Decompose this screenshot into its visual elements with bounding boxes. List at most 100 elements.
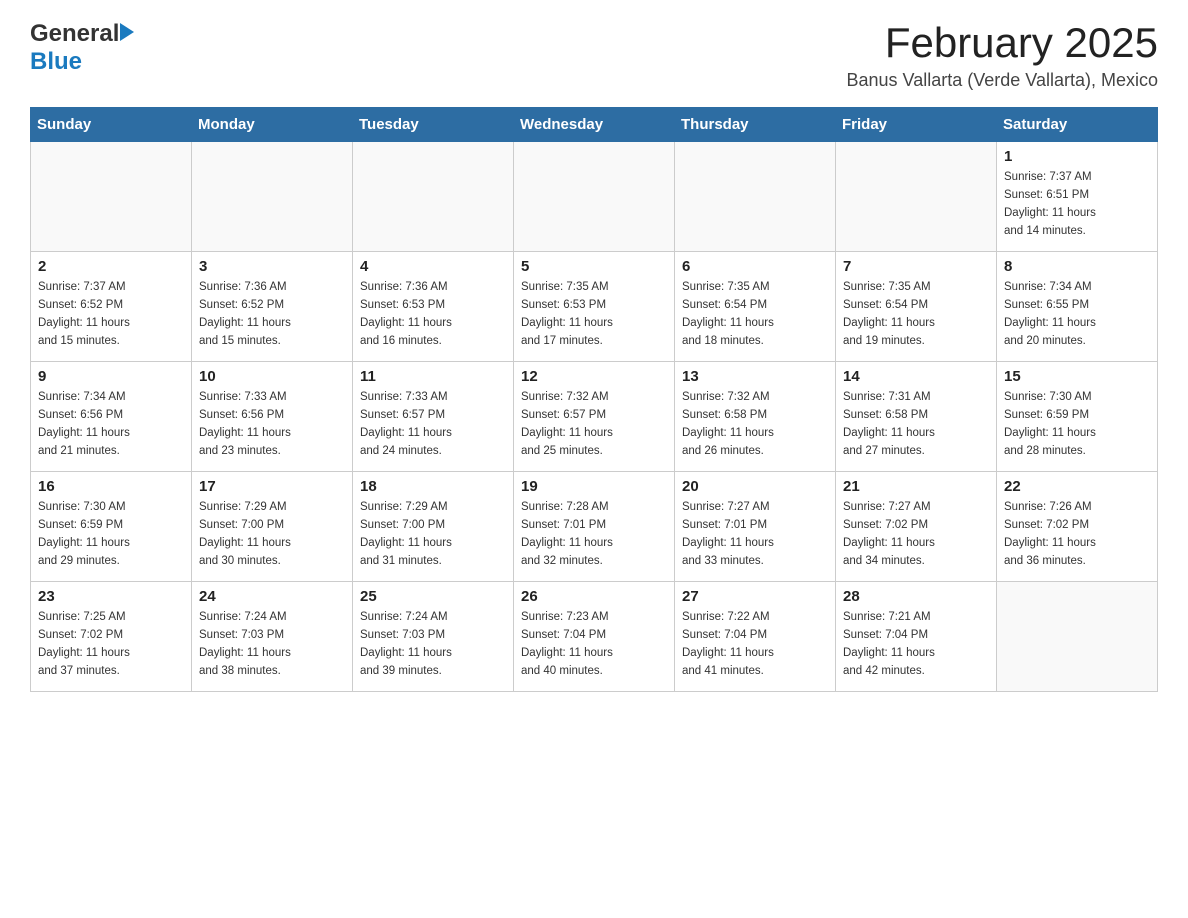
day-info: Sunrise: 7:24 AMSunset: 7:03 PMDaylight:… — [360, 609, 506, 680]
calendar-day-cell — [353, 142, 514, 252]
day-number: 19 — [521, 478, 667, 495]
day-number: 14 — [843, 368, 989, 385]
day-info: Sunrise: 7:36 AMSunset: 6:52 PMDaylight:… — [199, 279, 345, 350]
calendar-day-cell: 13 Sunrise: 7:32 AMSunset: 6:58 PMDayligh… — [675, 362, 836, 472]
day-info: Sunrise: 7:25 AMSunset: 7:02 PMDaylight:… — [38, 609, 184, 680]
day-number: 25 — [360, 588, 506, 605]
calendar-day-cell — [514, 142, 675, 252]
day-number: 10 — [199, 368, 345, 385]
logo-general-text: General — [30, 20, 119, 48]
calendar-day-cell — [675, 142, 836, 252]
day-number: 5 — [521, 258, 667, 275]
day-info: Sunrise: 7:30 AMSunset: 6:59 PMDaylight:… — [1004, 389, 1150, 460]
day-info: Sunrise: 7:35 AMSunset: 6:54 PMDaylight:… — [682, 279, 828, 350]
calendar-day-cell: 14 Sunrise: 7:31 AMSunset: 6:58 PMDayligh… — [836, 362, 997, 472]
calendar-day-cell — [836, 142, 997, 252]
day-info: Sunrise: 7:33 AMSunset: 6:56 PMDaylight:… — [199, 389, 345, 460]
day-number: 15 — [1004, 368, 1150, 385]
page-header: General Blue February 2025 Banus Vallart… — [30, 20, 1158, 91]
calendar-week-row: 2Sunrise: 7:37 AMSunset: 6:52 PMDaylight… — [31, 252, 1158, 362]
calendar-day-cell: 11 Sunrise: 7:33 AMSunset: 6:57 PMDayligh… — [353, 362, 514, 472]
day-info: Sunrise: 7:32 AMSunset: 6:58 PMDaylight:… — [682, 389, 828, 460]
calendar-day-cell: 1 Sunrise: 7:37 AMSunset: 6:51 PMDaylight… — [997, 142, 1158, 252]
calendar-day-cell: 5 Sunrise: 7:35 AMSunset: 6:53 PMDaylight… — [514, 252, 675, 362]
calendar-day-cell: 6 Sunrise: 7:35 AMSunset: 6:54 PMDaylight… — [675, 252, 836, 362]
day-info: Sunrise: 7:22 AMSunset: 7:04 PMDaylight:… — [682, 609, 828, 680]
day-info: Sunrise: 7:21 AMSunset: 7:04 PMDaylight:… — [843, 609, 989, 680]
calendar-day-cell: 12Sunrise: 7:32 AMSunset: 6:57 PMDayligh… — [514, 362, 675, 472]
weekday-header-sunday: Sunday — [31, 108, 192, 142]
calendar-week-row: 1 Sunrise: 7:37 AMSunset: 6:51 PMDaylight… — [31, 142, 1158, 252]
calendar-day-cell — [192, 142, 353, 252]
day-number: 16 — [38, 478, 184, 495]
day-info: Sunrise: 7:34 AMSunset: 6:56 PMDaylight:… — [38, 389, 184, 460]
logo-arrow-icon — [120, 23, 134, 41]
weekday-header-saturday: Saturday — [997, 108, 1158, 142]
day-info: Sunrise: 7:29 AMSunset: 7:00 PMDaylight:… — [199, 499, 345, 570]
day-number: 23 — [38, 588, 184, 605]
day-number: 20 — [682, 478, 828, 495]
day-number: 11 — [360, 368, 506, 385]
day-info: Sunrise: 7:32 AMSunset: 6:57 PMDaylight:… — [521, 389, 667, 460]
calendar-day-cell: 8 Sunrise: 7:34 AMSunset: 6:55 PMDaylight… — [997, 252, 1158, 362]
calendar-day-cell: 7 Sunrise: 7:35 AMSunset: 6:54 PMDaylight… — [836, 252, 997, 362]
day-number: 27 — [682, 588, 828, 605]
calendar-day-cell: 28 Sunrise: 7:21 AMSunset: 7:04 PMDayligh… — [836, 582, 997, 692]
day-info: Sunrise: 7:27 AMSunset: 7:01 PMDaylight:… — [682, 499, 828, 570]
calendar-day-cell: 17 Sunrise: 7:29 AMSunset: 7:00 PMDayligh… — [192, 472, 353, 582]
day-number: 8 — [1004, 258, 1150, 275]
calendar-day-cell: 21 Sunrise: 7:27 AMSunset: 7:02 PMDayligh… — [836, 472, 997, 582]
day-number: 4 — [360, 258, 506, 275]
calendar-day-cell: 15 Sunrise: 7:30 AMSunset: 6:59 PMDayligh… — [997, 362, 1158, 472]
calendar-day-cell: 19 Sunrise: 7:28 AMSunset: 7:01 PMDayligh… — [514, 472, 675, 582]
weekday-header-tuesday: Tuesday — [353, 108, 514, 142]
calendar-day-cell: 18 Sunrise: 7:29 AMSunset: 7:00 PMDayligh… — [353, 472, 514, 582]
day-number: 22 — [1004, 478, 1150, 495]
day-info: Sunrise: 7:37 AMSunset: 6:51 PMDaylight:… — [1004, 169, 1150, 240]
calendar-day-cell: 3Sunrise: 7:36 AMSunset: 6:52 PMDaylight… — [192, 252, 353, 362]
calendar-week-row: 23 Sunrise: 7:25 AMSunset: 7:02 PMDayligh… — [31, 582, 1158, 692]
calendar-day-cell: 10 Sunrise: 7:33 AMSunset: 6:56 PMDayligh… — [192, 362, 353, 472]
day-number: 2 — [38, 258, 184, 275]
day-number: 1 — [1004, 148, 1150, 165]
day-info: Sunrise: 7:29 AMSunset: 7:00 PMDaylight:… — [360, 499, 506, 570]
day-number: 24 — [199, 588, 345, 605]
day-number: 6 — [682, 258, 828, 275]
day-number: 18 — [360, 478, 506, 495]
calendar-day-cell — [997, 582, 1158, 692]
calendar-day-cell — [31, 142, 192, 252]
location-subtitle: Banus Vallarta (Verde Vallarta), Mexico — [847, 70, 1158, 91]
calendar-day-cell: 16 Sunrise: 7:30 AMSunset: 6:59 PMDayligh… — [31, 472, 192, 582]
day-info: Sunrise: 7:33 AMSunset: 6:57 PMDaylight:… — [360, 389, 506, 460]
day-number: 21 — [843, 478, 989, 495]
calendar-header: SundayMondayTuesdayWednesdayThursdayFrid… — [31, 108, 1158, 142]
day-number: 7 — [843, 258, 989, 275]
calendar-day-cell: 9Sunrise: 7:34 AMSunset: 6:56 PMDaylight… — [31, 362, 192, 472]
calendar-day-cell: 4Sunrise: 7:36 AMSunset: 6:53 PMDaylight… — [353, 252, 514, 362]
calendar-day-cell: 27 Sunrise: 7:22 AMSunset: 7:04 PMDayligh… — [675, 582, 836, 692]
weekday-header-monday: Monday — [192, 108, 353, 142]
calendar-day-cell: 26Sunrise: 7:23 AMSunset: 7:04 PMDayligh… — [514, 582, 675, 692]
weekday-header-friday: Friday — [836, 108, 997, 142]
month-year-title: February 2025 — [847, 20, 1158, 66]
day-number: 26 — [521, 588, 667, 605]
calendar-table: SundayMondayTuesdayWednesdayThursdayFrid… — [30, 107, 1158, 692]
day-info: Sunrise: 7:26 AMSunset: 7:02 PMDaylight:… — [1004, 499, 1150, 570]
calendar-day-cell: 24Sunrise: 7:24 AMSunset: 7:03 PMDayligh… — [192, 582, 353, 692]
calendar-day-cell: 23 Sunrise: 7:25 AMSunset: 7:02 PMDayligh… — [31, 582, 192, 692]
day-info: Sunrise: 7:30 AMSunset: 6:59 PMDaylight:… — [38, 499, 184, 570]
day-number: 17 — [199, 478, 345, 495]
logo-blue-text: Blue — [30, 48, 82, 75]
day-info: Sunrise: 7:35 AMSunset: 6:54 PMDaylight:… — [843, 279, 989, 350]
day-info: Sunrise: 7:34 AMSunset: 6:55 PMDaylight:… — [1004, 279, 1150, 350]
calendar-week-row: 9Sunrise: 7:34 AMSunset: 6:56 PMDaylight… — [31, 362, 1158, 472]
calendar-day-cell: 20 Sunrise: 7:27 AMSunset: 7:01 PMDayligh… — [675, 472, 836, 582]
day-info: Sunrise: 7:31 AMSunset: 6:58 PMDaylight:… — [843, 389, 989, 460]
day-number: 13 — [682, 368, 828, 385]
day-info: Sunrise: 7:35 AMSunset: 6:53 PMDaylight:… — [521, 279, 667, 350]
day-info: Sunrise: 7:27 AMSunset: 7:02 PMDaylight:… — [843, 499, 989, 570]
weekday-header-row: SundayMondayTuesdayWednesdayThursdayFrid… — [31, 108, 1158, 142]
day-info: Sunrise: 7:28 AMSunset: 7:01 PMDaylight:… — [521, 499, 667, 570]
day-number: 28 — [843, 588, 989, 605]
weekday-header-thursday: Thursday — [675, 108, 836, 142]
